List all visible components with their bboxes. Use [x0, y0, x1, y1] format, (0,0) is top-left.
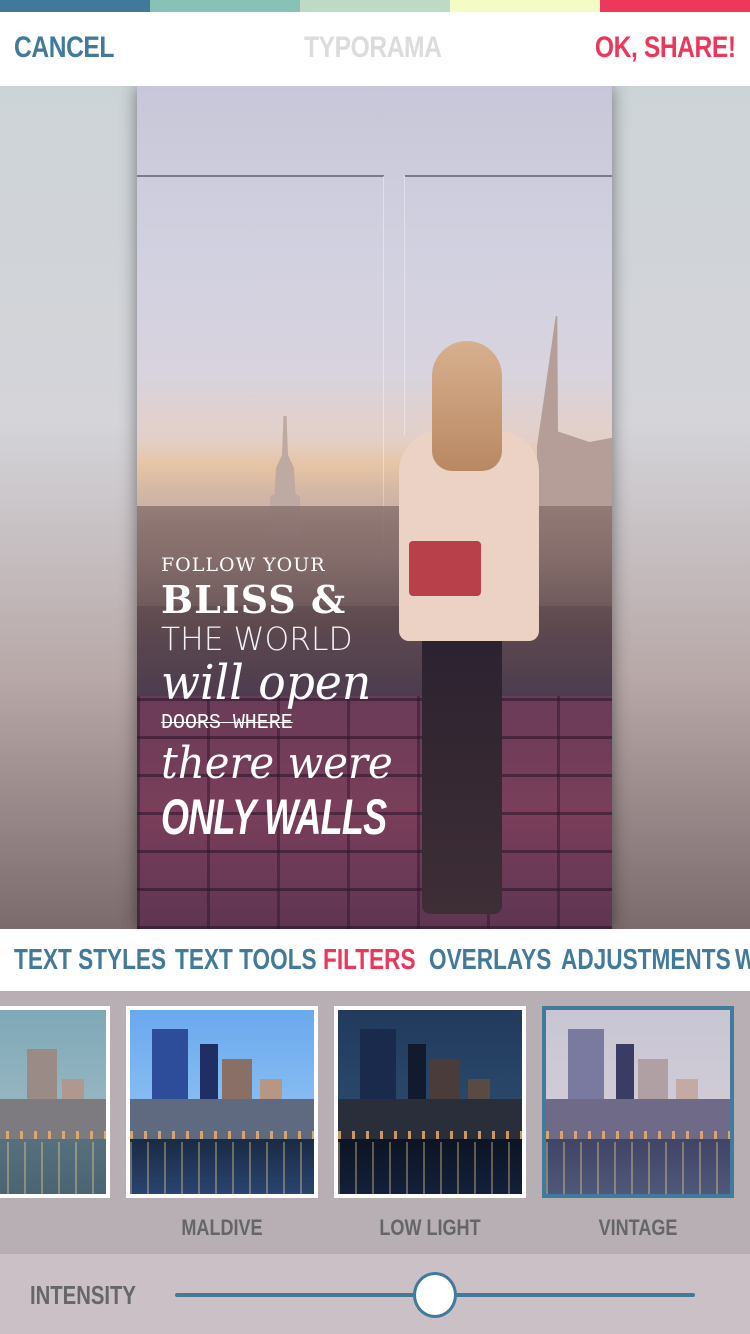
tab-adjustments[interactable]: ADJUSTMENTS	[561, 943, 731, 977]
woman-figure-legs	[422, 634, 502, 914]
intensity-slider[interactable]	[175, 1272, 695, 1318]
quote-line: THE WORLD	[161, 620, 353, 658]
brand-color-strip	[0, 0, 750, 12]
color-strip-segment	[150, 0, 300, 12]
tab-overlays[interactable]: OVERLAYS	[429, 943, 551, 977]
filter-thumbnail	[0, 1006, 110, 1198]
thumb-lights	[0, 1130, 106, 1139]
color-strip-segment	[300, 0, 450, 12]
filter-label: VINTAGE	[598, 1215, 678, 1240]
tab-partial[interactable]: W	[735, 943, 750, 977]
filter-thumbnail	[542, 1006, 734, 1198]
design-poster[interactable]: FOLLOW YOUR BLISS & THE WORLD will open …	[137, 86, 612, 929]
thumb-lights	[130, 1130, 314, 1139]
filter-vintage[interactable]: VINTAGE	[542, 1006, 734, 1241]
filter-low-light[interactable]: LOW LIGHT	[334, 1006, 526, 1241]
cancel-button[interactable]: CANCEL	[14, 30, 114, 66]
quote-line: FOLLOW YOUR	[161, 554, 326, 576]
tool-tab-bar: TEXT STYLES TEXT TOOLS FILTERS OVERLAYS …	[0, 929, 750, 991]
intensity-panel: INTENSITY	[0, 1254, 750, 1334]
quote-line: there were	[161, 738, 393, 789]
skyscraper	[537, 316, 612, 526]
filter-thumbnail	[126, 1006, 318, 1198]
thumb-lights	[546, 1130, 730, 1139]
app-title: TYPORAMA	[304, 31, 442, 64]
filter-thumbnail	[334, 1006, 526, 1198]
quote-text-block[interactable]: FOLLOW YOUR BLISS & THE WORLD will open …	[161, 554, 393, 845]
tab-text-tools[interactable]: TEXT TOOLS	[175, 943, 317, 977]
thumb-reflection	[0, 1142, 106, 1194]
editor-canvas: FOLLOW YOUR BLISS & THE WORLD will open …	[0, 86, 750, 929]
glass-rail-left	[137, 175, 384, 177]
filter-maldive[interactable]: MALDIVE	[126, 1006, 318, 1241]
thumb-reflection	[130, 1142, 314, 1194]
color-strip-segment	[450, 0, 600, 12]
tab-text-styles[interactable]: TEXT STYLES	[14, 943, 166, 977]
filter-carousel[interactable]: GGY MALDIVE LOW LIGHT	[0, 991, 750, 1254]
quote-line: ONLY WALLS	[161, 789, 387, 845]
color-strip-segment	[0, 0, 150, 12]
navigation-bar: CANCEL TYPORAMA OK, SHARE!	[0, 12, 750, 86]
color-strip-segment	[600, 0, 750, 12]
red-handbag	[409, 541, 481, 596]
quote-line: BLISS &	[161, 577, 347, 622]
filter-label: MALDIVE	[181, 1215, 263, 1240]
quote-line: DOORS WHERE	[161, 712, 293, 735]
glass-rail-right	[405, 175, 612, 177]
woman-figure-hair	[432, 341, 502, 471]
thumb-reflection	[546, 1142, 730, 1194]
glass-pane-right	[404, 176, 405, 436]
intensity-slider-thumb[interactable]	[413, 1272, 457, 1318]
thumb-reflection	[338, 1142, 522, 1194]
filter-label: GGY	[0, 1215, 110, 1241]
tab-filters[interactable]: FILTERS	[323, 943, 416, 977]
quote-line: will open	[161, 655, 372, 711]
ok-share-button[interactable]: OK, SHARE!	[595, 30, 736, 66]
intensity-label: INTENSITY	[30, 1280, 136, 1310]
thumb-lights	[338, 1130, 522, 1139]
filter-foggy[interactable]: GGY	[0, 1006, 110, 1241]
filter-label: LOW LIGHT	[379, 1215, 481, 1240]
